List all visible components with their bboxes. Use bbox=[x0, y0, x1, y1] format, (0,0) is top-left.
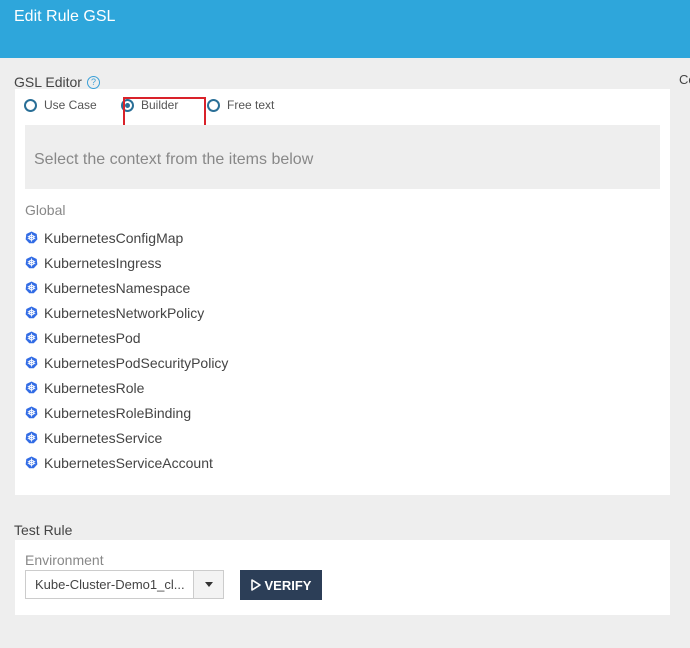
context-item-label: KubernetesRoleBinding bbox=[44, 404, 192, 421]
clipped-column-label: Co bbox=[679, 72, 690, 87]
kubernetes-helm-icon bbox=[25, 431, 38, 444]
environment-value: Kube-Cluster-Demo1_cl... bbox=[35, 577, 185, 592]
radio-circle-icon bbox=[207, 98, 220, 112]
verify-button[interactable]: VERIFY bbox=[240, 570, 322, 600]
context-prompt: Select the context from the items below bbox=[25, 125, 660, 189]
gsl-editor-heading: GSL Editor ? bbox=[14, 74, 100, 90]
context-item[interactable]: KubernetesService bbox=[25, 425, 228, 450]
kubernetes-helm-icon bbox=[25, 381, 38, 394]
kubernetes-helm-icon bbox=[25, 231, 38, 244]
gsl-editor-label: GSL Editor bbox=[14, 74, 82, 90]
kubernetes-helm-icon bbox=[25, 306, 38, 319]
gsl-editor-panel: Use Case Builder Free text Select the co… bbox=[15, 89, 670, 495]
context-item[interactable]: KubernetesRoleBinding bbox=[25, 400, 228, 425]
radio-free-text[interactable]: Free text bbox=[207, 98, 274, 112]
question-circle-icon[interactable]: ? bbox=[86, 75, 100, 89]
verify-button-label: VERIFY bbox=[264, 577, 312, 593]
context-item[interactable]: KubernetesPodSecurityPolicy bbox=[25, 350, 228, 375]
context-item[interactable]: KubernetesConfigMap bbox=[25, 225, 228, 250]
radio-use-case-label: Use Case bbox=[44, 98, 97, 112]
context-item-label: KubernetesServiceAccount bbox=[44, 454, 213, 471]
context-item-label: KubernetesNetworkPolicy bbox=[44, 304, 205, 321]
context-item[interactable]: KubernetesIngress bbox=[25, 250, 228, 275]
context-item-label: KubernetesPod bbox=[44, 329, 141, 346]
radio-circle-icon bbox=[24, 98, 37, 112]
caret-down-icon bbox=[204, 582, 213, 587]
context-item[interactable]: KubernetesNetworkPolicy bbox=[25, 300, 228, 325]
radio-use-case[interactable]: Use Case bbox=[24, 98, 97, 112]
page-header: Edit Rule GSL bbox=[0, 0, 690, 58]
kubernetes-helm-icon bbox=[25, 356, 38, 369]
kubernetes-helm-icon bbox=[25, 281, 38, 294]
page-title: Edit Rule GSL bbox=[14, 8, 116, 25]
radio-free-text-label: Free text bbox=[227, 98, 275, 112]
context-item-label: KubernetesPodSecurityPolicy bbox=[44, 354, 229, 371]
test-rule-panel: Environment Kube-Cluster-Demo1_cl... VER… bbox=[15, 540, 670, 615]
editor-mode-radio-group: Use Case Builder Free text bbox=[24, 97, 664, 131]
context-item[interactable]: KubernetesServiceAccount bbox=[25, 450, 228, 475]
environment-label: Environment bbox=[25, 552, 104, 568]
kubernetes-helm-icon bbox=[25, 331, 38, 344]
context-item-label: KubernetesIngress bbox=[44, 254, 162, 271]
kubernetes-helm-icon bbox=[25, 406, 38, 419]
context-item-label: KubernetesNamespace bbox=[44, 279, 191, 296]
context-item[interactable]: KubernetesPod bbox=[25, 325, 228, 350]
kubernetes-helm-icon bbox=[25, 256, 38, 269]
test-rule-heading: Test Rule bbox=[14, 522, 73, 538]
environment-select[interactable]: Kube-Cluster-Demo1_cl... bbox=[25, 570, 224, 599]
kubernetes-helm-icon bbox=[25, 456, 38, 469]
context-item-label: KubernetesRole bbox=[44, 379, 145, 396]
context-item-label: KubernetesService bbox=[44, 429, 163, 446]
context-item[interactable]: KubernetesNamespace bbox=[25, 275, 228, 300]
context-item[interactable]: KubernetesRole bbox=[25, 375, 228, 400]
context-group-heading: Global bbox=[25, 202, 66, 218]
play-icon bbox=[250, 579, 261, 591]
context-list: KubernetesConfigMap KubernetesIngress Ku… bbox=[25, 225, 228, 475]
dropdown-toggle[interactable] bbox=[193, 571, 223, 598]
context-item-label: KubernetesConfigMap bbox=[44, 229, 184, 246]
